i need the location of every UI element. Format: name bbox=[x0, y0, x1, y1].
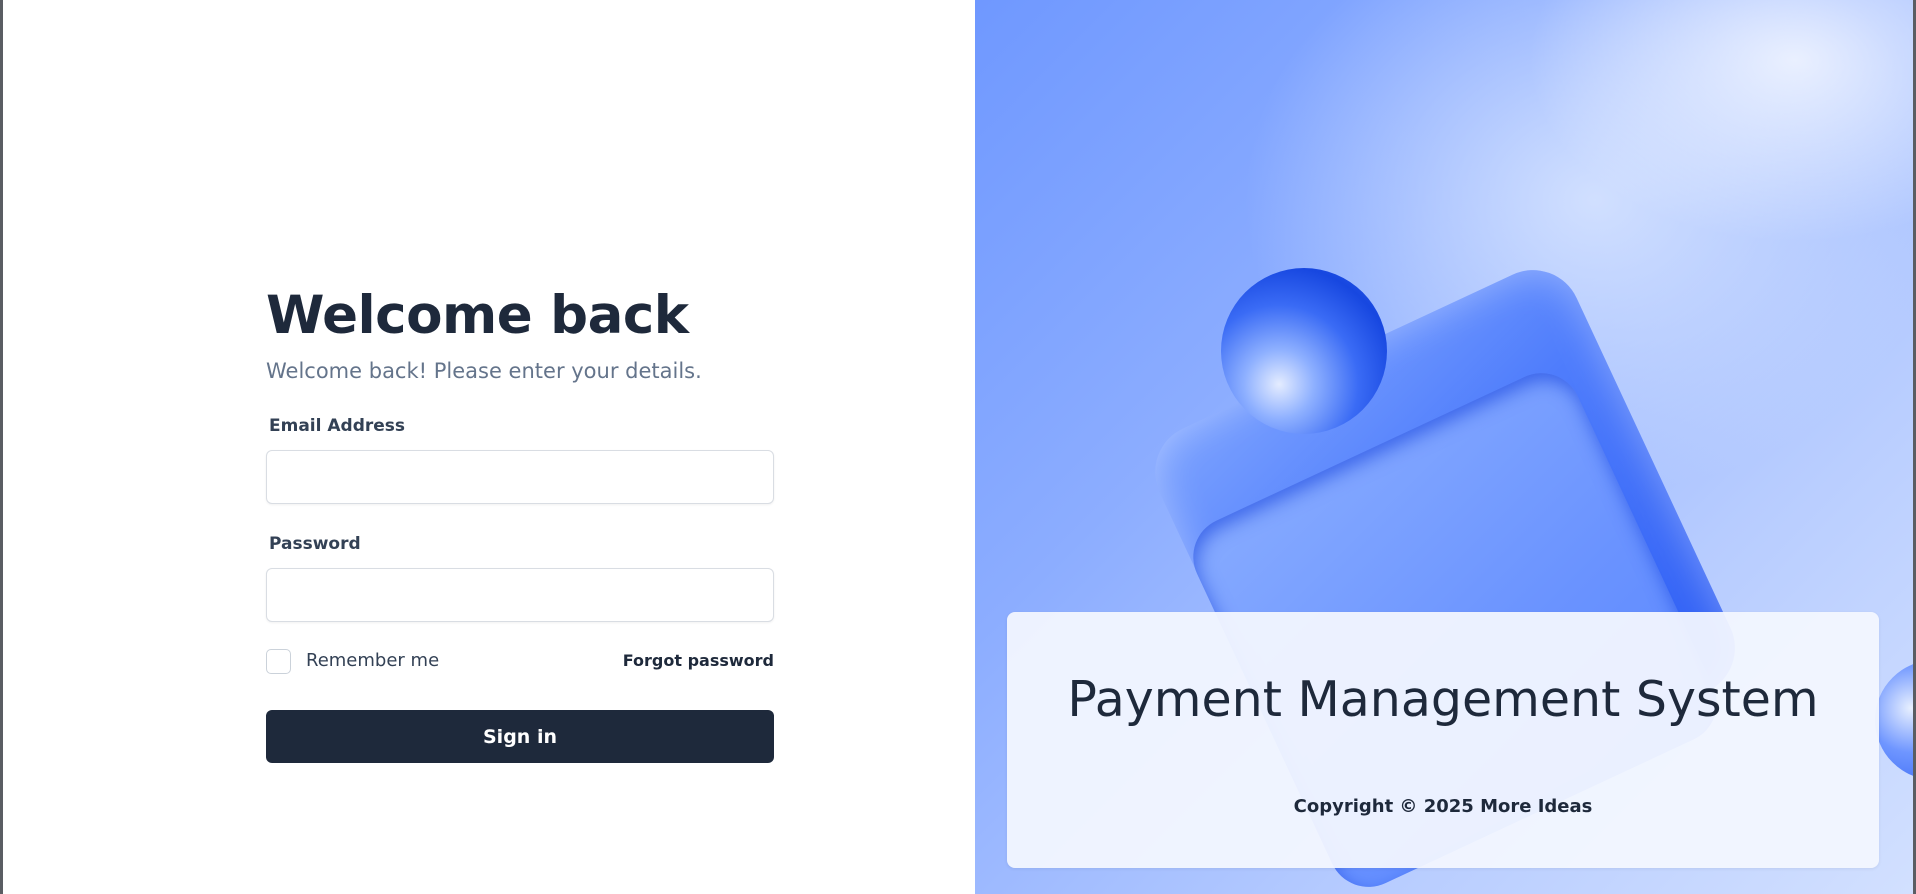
app-name: Payment Management System bbox=[1067, 671, 1819, 728]
forgot-password-link[interactable]: Forgot password bbox=[623, 648, 774, 674]
page-subtitle: Welcome back! Please enter your details. bbox=[266, 359, 702, 383]
remember-me-checkbox[interactable] bbox=[266, 648, 291, 674]
login-panel: Welcome back Welcome back! Please enter … bbox=[3, 0, 975, 894]
copyright-text: Copyright © 2025 More Ideas bbox=[1293, 796, 1593, 817]
hero-card: Payment Management System Copyright © 20… bbox=[1007, 612, 1879, 868]
remember-me[interactable]: Remember me bbox=[266, 648, 439, 674]
login-form: Welcome back Welcome back! Please enter … bbox=[266, 280, 776, 763]
decorative-sphere bbox=[1221, 268, 1387, 434]
hero-panel: Payment Management System Copyright © 20… bbox=[975, 0, 1913, 894]
decorative-sphere-partial bbox=[1875, 660, 1913, 780]
sign-in-button[interactable]: Sign in bbox=[266, 710, 774, 763]
remember-me-label[interactable]: Remember me bbox=[306, 648, 439, 674]
email-field[interactable] bbox=[266, 450, 774, 504]
login-page: Welcome back Welcome back! Please enter … bbox=[0, 0, 1916, 894]
email-label: Email Address bbox=[269, 416, 406, 436]
page-title: Welcome back bbox=[266, 285, 689, 346]
password-field[interactable] bbox=[266, 568, 774, 622]
password-label: Password bbox=[269, 534, 361, 554]
form-options-row: Remember me Forgot password bbox=[266, 648, 774, 676]
